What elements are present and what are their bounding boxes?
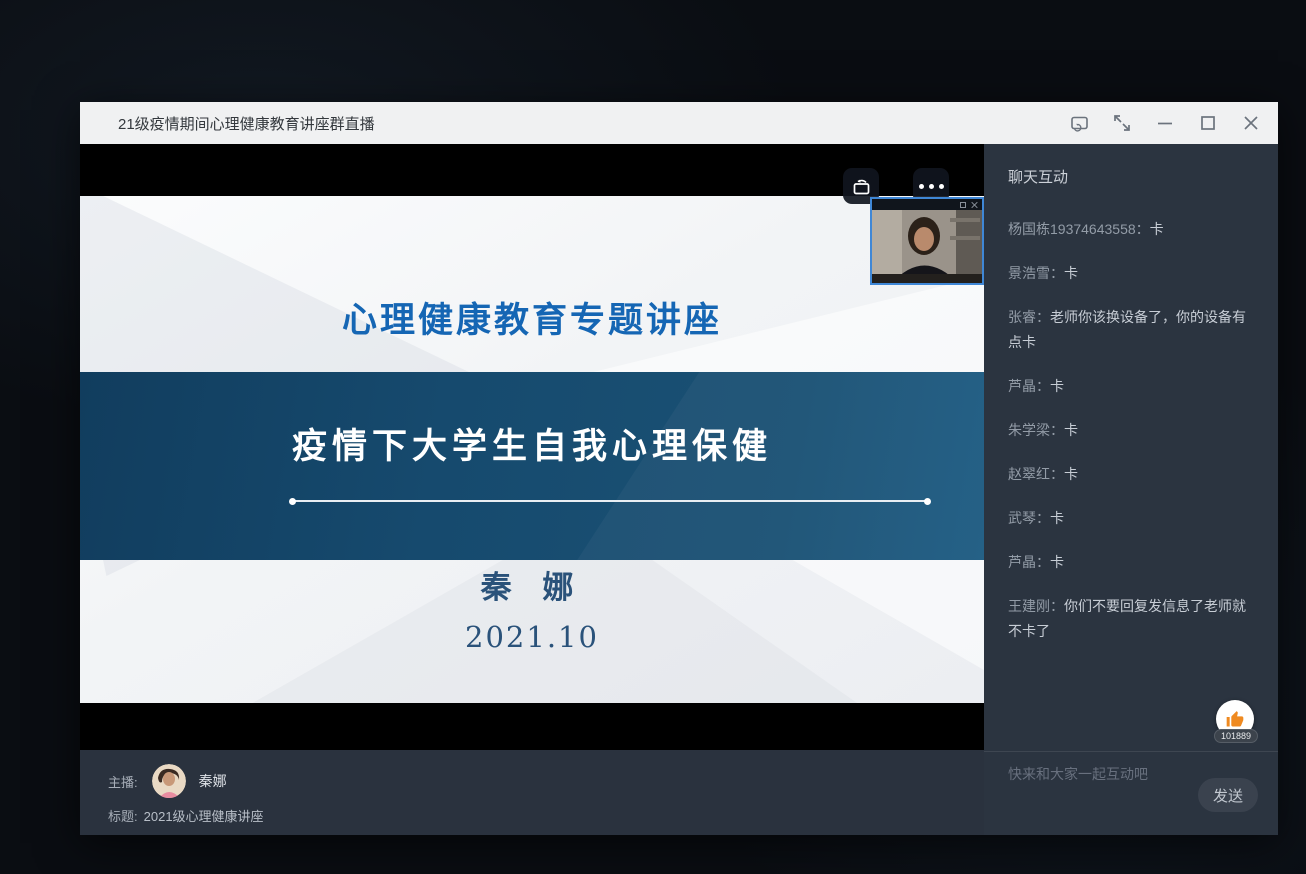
chat-message-text: 卡 (1064, 466, 1078, 482)
close-icon[interactable] (1240, 112, 1262, 134)
chat-sender-name: 张睿： (1008, 309, 1050, 325)
chat-message: 赵翠红：卡 (1008, 462, 1254, 487)
chat-message: 张睿：老师你该换设备了，你的设备有点卡 (1008, 305, 1254, 355)
window-controls (1068, 112, 1262, 134)
maximize-icon[interactable] (1197, 112, 1219, 134)
video-player[interactable]: 心理健康教育专题讲座 疫情下大学生自我心理保健 秦 娜 2021.10 (80, 144, 984, 750)
chat-message-list[interactable]: 杨国栋19374643558：卡景浩雪：卡张睿：老师你该换设备了，你的设备有点卡… (984, 187, 1278, 751)
chat-sender-name: 朱学梁： (1008, 422, 1064, 438)
webcam-maximize-icon[interactable] (960, 202, 966, 208)
chat-message: 芦晶：卡 (1008, 374, 1254, 399)
webcam-close-icon[interactable] (971, 201, 978, 208)
webcam-titlebar (872, 199, 982, 210)
video-column: 心理健康教育专题讲座 疫情下大学生自我心理保健 秦 娜 2021.10 (80, 144, 984, 835)
presentation-slide: 心理健康教育专题讲座 疫情下大学生自我心理保健 秦 娜 2021.10 (80, 196, 984, 703)
chat-message: 芦晶：卡 (1008, 550, 1254, 575)
chat-message-text: 卡 (1050, 554, 1064, 570)
chat-sender-name: 王建刚： (1008, 598, 1064, 614)
chat-message-text: 卡 (1050, 510, 1064, 526)
window-titlebar: 21级疫情期间心理健康教育讲座群直播 (80, 102, 1278, 144)
host-name: 秦娜 (199, 771, 227, 791)
popout-window-icon[interactable] (1068, 112, 1090, 134)
chat-input-area: 发送 (984, 751, 1278, 835)
fullscreen-icon[interactable] (1111, 112, 1133, 134)
chat-input[interactable] (1008, 766, 1168, 782)
chat-message: 武琴：卡 (1008, 506, 1254, 531)
thumbs-up-icon (1225, 709, 1245, 729)
like-count-badge: 101889 (1214, 729, 1258, 743)
video-letterbox (80, 703, 984, 750)
stream-title-label: 标题: (108, 809, 138, 824)
chat-message: 景浩雪：卡 (1008, 261, 1254, 286)
chat-header: 聊天互动 (984, 144, 1278, 187)
host-label: 主播: (108, 772, 138, 791)
chat-sidebar: 聊天互动 杨国栋19374643558：卡景浩雪：卡张睿：老师你该换设备了，你的… (984, 144, 1278, 835)
chat-sender-name: 芦晶： (1008, 378, 1050, 394)
slide-date: 2021.10 (80, 620, 984, 654)
slide-banner-divider (292, 500, 928, 502)
chat-sender-name: 景浩雪： (1008, 265, 1064, 281)
chat-message: 王建刚：你们不要回复发信息了老师就不卡了 (1008, 594, 1254, 644)
slide-title: 心理健康教育专题讲座 (80, 292, 984, 343)
live-broadcast-window: 21级疫情期间心理健康教育讲座群直播 (80, 102, 1278, 835)
send-button[interactable]: 发送 (1198, 778, 1258, 812)
chat-message-text: 卡 (1064, 422, 1078, 438)
chat-sender-name: 芦晶： (1008, 554, 1050, 570)
host-info-bar: 主播: 秦娜 标题: 2021级心理健康讲座 (80, 750, 984, 835)
slide-banner: 疫情下大学生自我心理保健 (80, 372, 984, 560)
ellipsis-icon (919, 184, 944, 189)
chat-message: 朱学梁：卡 (1008, 418, 1254, 443)
slide-author: 秦 娜 (80, 562, 984, 607)
chat-sender-name: 武琴： (1008, 510, 1050, 526)
like-button[interactable]: 101889 (1216, 700, 1256, 748)
chat-message: 杨国栋19374643558：卡 (1008, 217, 1254, 242)
host-avatar[interactable] (152, 764, 186, 798)
slide-banner-text: 疫情下大学生自我心理保健 (80, 372, 984, 469)
chat-message-text: 卡 (1050, 378, 1064, 394)
presenter-webcam-window[interactable] (870, 197, 984, 285)
presenter-webcam-video (872, 210, 982, 283)
chat-message-text: 卡 (1150, 221, 1164, 237)
chat-sender-name: 杨国栋19374643558： (1008, 221, 1150, 237)
minimize-icon[interactable] (1154, 112, 1176, 134)
stream-title-value: 2021级心理健康讲座 (144, 809, 264, 824)
window-title: 21级疫情期间心理健康教育讲座群直播 (118, 113, 375, 134)
chat-sender-name: 赵翠红： (1008, 466, 1064, 482)
chat-message-text: 卡 (1064, 265, 1078, 281)
